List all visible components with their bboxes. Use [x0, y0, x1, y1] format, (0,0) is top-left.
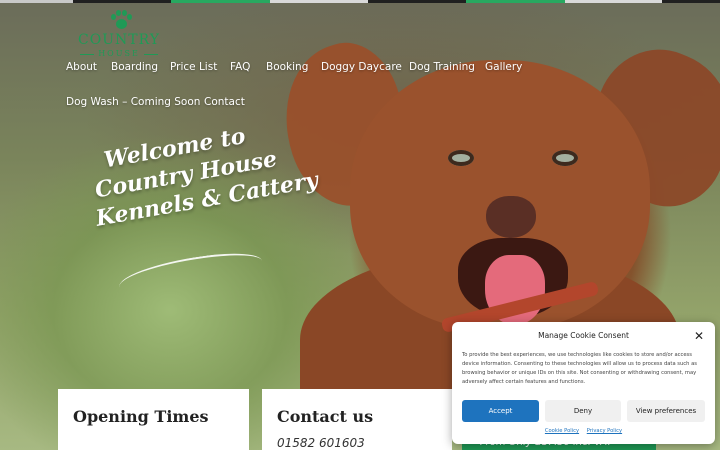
top-bar-segment [171, 0, 270, 3]
nav-item-boarding[interactable]: Boarding [111, 61, 158, 73]
dog-eye-right [552, 150, 578, 166]
cookie-title: Manage Cookie Consent [538, 331, 629, 340]
top-color-bar [0, 0, 720, 3]
accept-button[interactable]: Accept [462, 400, 539, 422]
paw-icon [110, 10, 132, 30]
privacy-policy-link[interactable]: Privacy Policy [587, 428, 622, 434]
top-bar-segment [0, 0, 73, 3]
nav-item-dog-training[interactable]: Dog Training [409, 61, 475, 73]
nav-item-dog-wash[interactable]: Dog Wash – Coming Soon [66, 96, 200, 108]
nav-item-booking[interactable]: Booking [266, 61, 308, 73]
cookie-body-text: To provide the best experiences, we use … [462, 352, 697, 385]
nav-item-gallery[interactable]: Gallery [485, 61, 522, 73]
contact-card: Contact us 01582 601603 [262, 389, 452, 450]
nav-item-contact[interactable]: Contact [204, 96, 245, 108]
top-bar-segment [270, 0, 368, 3]
dog-eye-left [448, 150, 474, 166]
cookie-links: Cookie Policy Privacy Policy [452, 428, 715, 434]
opening-times-card: Opening Times [58, 389, 249, 450]
nav-item-price-list[interactable]: Price List [170, 61, 217, 73]
view-preferences-button[interactable]: View preferences [627, 400, 705, 422]
top-bar-segment [466, 0, 565, 3]
nav-item-about[interactable]: About [66, 61, 97, 73]
site-logo[interactable]: COUNTRY HOUSE [74, 10, 164, 60]
contact-phone[interactable]: 01582 601603 [277, 436, 365, 450]
top-bar-segment [565, 0, 662, 3]
cookie-consent-dialog: Manage Cookie Consent ✕ To provide the b… [452, 322, 715, 444]
logo-text-house: HOUSE [74, 49, 164, 58]
close-icon[interactable]: ✕ [694, 330, 704, 342]
nav-item-faq[interactable]: FAQ [230, 61, 250, 73]
contact-title: Contact us [277, 407, 374, 426]
dog-nose [486, 196, 536, 238]
deny-button[interactable]: Deny [545, 400, 621, 422]
logo-text-country: COUNTRY [78, 32, 160, 48]
opening-times-title: Opening Times [73, 407, 209, 426]
nav-item-doggy-daycare[interactable]: Doggy Daycare [321, 61, 402, 73]
cookie-policy-link[interactable]: Cookie Policy [545, 428, 579, 434]
